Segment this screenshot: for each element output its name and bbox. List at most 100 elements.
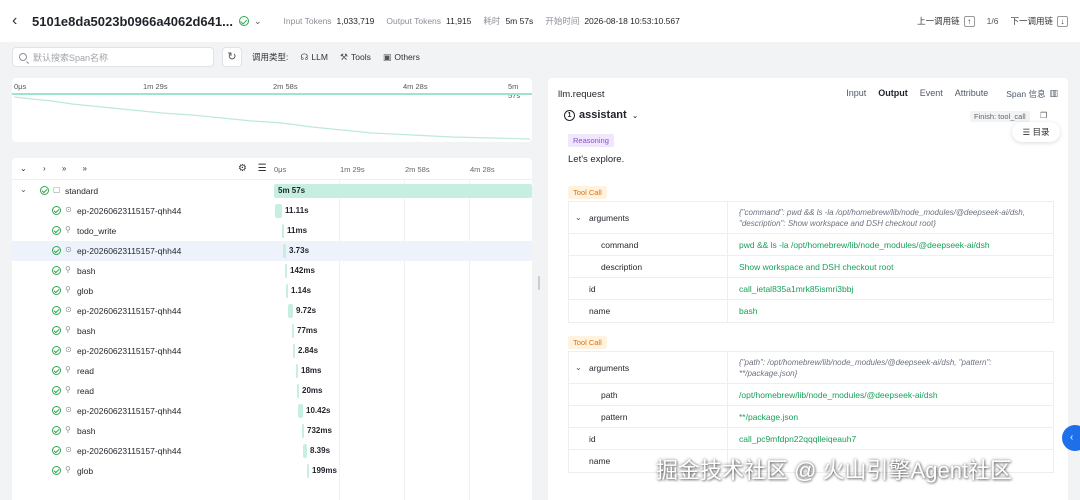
collapse-icon[interactable]: ⌄ [20,164,27,173]
filter-tools-label: Tools [351,52,371,62]
list-icon: ☰ [1022,127,1033,137]
column-toggle-icon[interactable]: ☰ [258,163,267,174]
watermark: 掘金技术社区 @ 火山引擎Agent社区 [656,458,1013,483]
top-bar: ‹ 5101e8da5023b0966a4062d641... ⌄ Input … [0,0,1080,42]
success-icon [52,386,61,395]
span-row[interactable]: ⚲ bash 142ms [12,261,532,281]
copy-icon[interactable]: ❐ [1040,111,1047,120]
success-icon [52,346,61,355]
kv-key: description [601,261,643,272]
span-row[interactable]: ⊙ ep-20260623115157-qhh44 11.11s [12,201,532,221]
llm-icon: ⊙ [65,205,72,214]
tab-attribute[interactable]: Attribute [955,88,989,100]
wrench-icon: ⚲ [65,425,71,434]
wrench-icon: ⚲ [65,325,71,334]
wrench-icon: ⚲ [65,285,71,294]
next-trace-icon[interactable]: ↓ [1057,15,1068,27]
span-duration: 9.72s [296,306,317,315]
chevron-down-icon[interactable]: ⌄ [254,16,262,27]
filter-others[interactable]: ▣ Others [383,52,420,63]
chevron-down-icon[interactable]: ⌄ [632,111,639,120]
span-duration: 199ms [312,466,337,475]
span-name: read [77,386,95,396]
kv-value: **/package.json [739,411,799,422]
filter-llm[interactable]: ☊ LLM [300,52,328,63]
kv-key: id [589,283,596,294]
panel-resize-handle[interactable] [538,276,540,290]
span-duration: 10.42s [306,406,331,415]
elapsed-value: 5m 57s [505,16,534,26]
role-label: assistant [579,109,627,121]
expand-all-icon[interactable]: » [62,164,66,173]
span-duration: 5m 57s [278,186,306,195]
refresh-button[interactable]: ↻ [222,47,242,67]
span-duration: 142ms [290,266,315,275]
span-duration: 1.14s [291,286,312,295]
timeline-overview[interactable]: 0μs 1m 29s 2m 58s 4m 28s 5m 57s [12,78,532,142]
prev-trace-label[interactable]: 上一调用链 [917,15,960,27]
span-duration: 11.11s [285,206,309,215]
output-tokens-value: 11,915 [446,16,472,26]
span-name: ep-20260623115157-qhh44 [77,346,182,356]
span-row[interactable]: ⚲ bash 732ms [12,421,532,441]
back-arrow-icon[interactable]: ‹ [12,12,28,30]
span-row[interactable]: ⊙ ep-20260623115157-qhh44 10.42s [12,401,532,421]
span-name: ep-20260623115157-qhh44 [77,406,182,416]
reasoning-tag: Reasoning [568,134,614,147]
kv-row-arguments[interactable]: ⌄ arguments {"path": /opt/homebrew/lib/n… [569,352,1053,384]
span-duration-bar [282,224,284,238]
span-row[interactable]: ⊙ ep-20260623115157-qhh44 2.84s [12,341,532,361]
span-row[interactable]: ⚲ bash 77ms [12,321,532,341]
success-icon [52,466,61,475]
elapsed-label: 耗时 [483,16,501,26]
span-info-button[interactable]: Span 信息 [1006,88,1045,100]
search-placeholder: 默认搜索Span名称 [33,52,109,63]
kv-row-arguments[interactable]: ⌄ arguments {"command": pwd && ls -la /o… [569,202,1053,234]
panel-layout-icon[interactable]: ▥ [1049,88,1058,100]
wrench-icon: ⚲ [65,225,71,234]
filter-tools[interactable]: ⚒ Tools [340,52,371,63]
gear-icon[interactable]: ⚙ [238,163,247,174]
chevron-down-icon[interactable]: ⌄ [575,202,582,233]
span-row[interactable]: ⊙ ep-20260623115157-qhh44 8.39s [12,441,532,461]
tab-output[interactable]: Output [878,88,908,100]
span-row[interactable]: ⚲ todo_write 11ms [12,221,532,241]
span-title: llm.request [558,89,605,100]
trace-meta: Input Tokens 1,033,719 Output Tokens 11,… [272,15,680,27]
span-row[interactable]: ⊙ ep-20260623115157-qhh44 9.72s [12,301,532,321]
toc-button[interactable]: ☰ 目录 [1012,122,1060,142]
span-row[interactable]: ⊙ ep-20260623115157-qhh44 3.73s [12,241,532,261]
double-chevron-right-icon[interactable]: » [83,164,87,173]
search-icon [19,53,27,61]
span-duration: 732ms [307,426,332,435]
span-row[interactable]: ⚲ glob 1.14s [12,281,532,301]
kv-row-command: command pwd && ls -la /opt/homebrew/lib/… [569,234,1053,256]
kv-divider [727,256,728,277]
message-role[interactable]: 1 assistant ⌄ [564,109,638,121]
span-row[interactable]: ⚲ glob 199ms [12,461,532,481]
span-row[interactable]: ⚲ read 18ms [12,361,532,381]
span-duration-bar [297,384,299,398]
timeline-axis: 0μs 1m 29s 2m 58s 4m 28s 5m 57s [12,82,532,100]
success-icon [52,286,61,295]
tab-input[interactable]: Input [846,88,866,100]
chevron-down-icon[interactable]: ⌄ [20,185,27,194]
next-trace-label[interactable]: 下一调用链 [1010,15,1053,27]
filter-llm-label: LLM [311,52,328,62]
chevron-down-icon[interactable]: ⌄ [575,352,582,383]
span-duration-bar [296,364,298,378]
success-icon [238,16,249,26]
span-row[interactable]: ⌄ ▢ standard 5m 57s [12,181,532,201]
kv-divider [727,234,728,255]
kv-key: arguments [589,362,630,373]
kv-key: name [589,456,611,466]
llm-icon: ⊙ [65,345,72,354]
prev-trace-icon[interactable]: ↑ [963,15,975,27]
kv-divider [727,384,728,405]
chevron-right-icon[interactable]: › [43,164,46,173]
span-search-input[interactable]: 默认搜索Span名称 [12,47,214,67]
span-row[interactable]: ⚲ read 20ms [12,381,532,401]
tab-event[interactable]: Event [920,88,943,100]
span-axis-tick: 0μs [274,165,287,174]
span-name: read [77,366,95,376]
